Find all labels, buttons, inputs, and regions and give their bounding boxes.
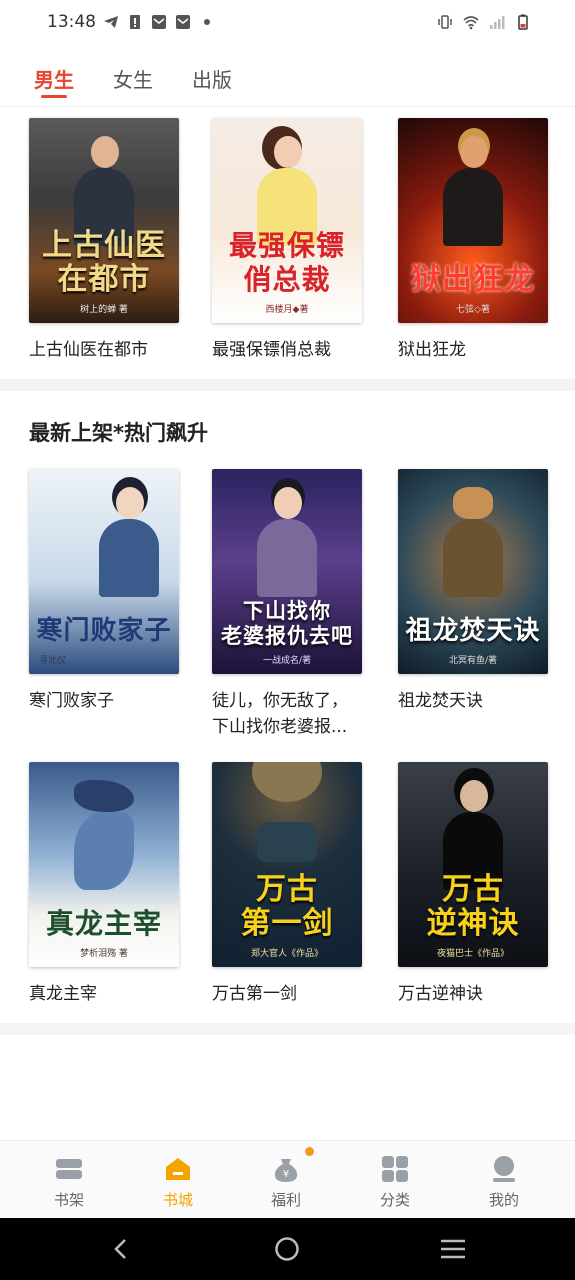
book-title[interactable]: 真龙主宰: [29, 981, 181, 1007]
recents-menu-icon[interactable]: [440, 1238, 466, 1260]
section-separator: [0, 379, 575, 391]
welfare-bag-icon: ¥: [274, 1159, 298, 1182]
category-grid-icon: [382, 1156, 408, 1182]
cover-title: 上古仙医 在都市: [42, 228, 166, 297]
nav-bookshelf[interactable]: 书架: [29, 1141, 109, 1219]
cover-title: 狱出狂龙: [411, 262, 535, 297]
bookshelf-icon: [56, 1159, 82, 1179]
book-title[interactable]: 上古仙医在都市: [29, 337, 181, 363]
book-title[interactable]: 万古第一剑: [212, 981, 364, 1007]
book-cover[interactable]: 最强保镖 俏总裁 西楼月◆著: [212, 118, 362, 323]
cover-author: 一战成名/著: [262, 656, 312, 666]
book-cover[interactable]: 真龙主宰 梦析泪殇 著: [29, 762, 179, 967]
more-dot-icon: [204, 19, 210, 25]
tab-publish[interactable]: 出版: [192, 64, 232, 93]
book-title[interactable]: 万古逆神诀: [398, 981, 550, 1007]
back-icon[interactable]: [110, 1238, 132, 1260]
nav-category[interactable]: 分类: [355, 1141, 435, 1219]
cover-author: 北冥有鱼/著: [448, 656, 498, 666]
cover-author: 七弦◇著: [456, 305, 490, 315]
notification-icons: [103, 14, 215, 30]
nav-label: 书架: [53, 1191, 84, 1209]
cover-author: 树上的蝉 著: [80, 305, 128, 315]
status-bar: 13:48: [0, 0, 575, 48]
notification-dot: [305, 1147, 314, 1156]
nav-label: 书城: [162, 1191, 193, 1209]
system-status-icons: [437, 14, 531, 30]
profile-icon: [493, 1156, 515, 1182]
book-card[interactable]: 万古 第一剑 郑大官人《作品》 万古第一剑: [212, 762, 364, 1007]
active-tab-indicator: [41, 95, 67, 98]
book-card[interactable]: 下山找你 老婆报仇去吧 一战成名/著 徒儿，你无敌了，下山找你老婆报...: [212, 469, 364, 740]
system-navigation-bar: [0, 1218, 575, 1280]
cover-title: 万古 逆神诀: [426, 872, 520, 941]
category-tabs: 男生 女生 出版: [0, 48, 575, 107]
cover-title: 下山找你 老婆报仇去吧: [221, 598, 353, 648]
cover-figure: [94, 487, 164, 597]
tab-female[interactable]: 女生: [113, 64, 153, 93]
cover-title: 寒门败家子: [36, 616, 172, 646]
book-card[interactable]: 祖龙焚天诀 北冥有鱼/著 祖龙焚天诀: [398, 469, 550, 714]
nav-label: 我的: [488, 1191, 519, 1209]
book-cover[interactable]: 万古 逆神诀 夜猫巴士《作品》: [398, 762, 548, 967]
book-card[interactable]: 真龙主宰 梦析泪殇 著 真龙主宰: [29, 762, 181, 1007]
battery-icon: [518, 14, 528, 30]
nav-profile[interactable]: 我的: [464, 1141, 544, 1219]
mail-icon-2: [176, 15, 190, 29]
book-title[interactable]: 最强保镖俏总裁: [212, 337, 364, 363]
book-cover[interactable]: 寒门败家子 寻北仪: [29, 469, 179, 674]
tab-male[interactable]: 男生: [34, 64, 74, 93]
book-title[interactable]: 狱出狂龙: [398, 337, 550, 363]
cover-figure: [69, 780, 139, 890]
cover-title: 最强保镖 俏总裁: [228, 229, 345, 296]
book-card[interactable]: 上古仙医 在都市 树上的蝉 著 上古仙医在都市: [29, 118, 181, 363]
nav-bookstore[interactable]: 书城: [138, 1141, 218, 1219]
mail-icon: [152, 15, 166, 29]
svg-text:¥: ¥: [283, 1169, 289, 1180]
book-title[interactable]: 徒儿，你无敌了，下山找你老婆报...: [212, 688, 364, 740]
status-time: 13:48: [47, 12, 96, 32]
wifi-icon: [463, 16, 479, 30]
signal-icon: [490, 16, 505, 29]
nav-label: 福利: [270, 1191, 301, 1209]
nav-welfare[interactable]: ¥ 福利: [246, 1141, 326, 1219]
home-icon[interactable]: [274, 1236, 300, 1262]
alert-icon: [130, 15, 140, 29]
book-card[interactable]: 寒门败家子 寻北仪 寒门败家子: [29, 469, 181, 714]
cover-figure: [438, 136, 508, 246]
cover-author: 郑大官人《作品》: [250, 949, 323, 959]
section-separator: [0, 1023, 575, 1035]
cover-author: 夜猫巴士《作品》: [436, 949, 509, 959]
section-title: 最新上架*热门飙升: [29, 421, 208, 445]
book-cover[interactable]: 万古 第一剑 郑大官人《作品》: [212, 762, 362, 967]
book-cover[interactable]: 狱出狂龙 七弦◇著: [398, 118, 548, 323]
book-title[interactable]: 寒门败家子: [29, 688, 181, 714]
nav-label: 分类: [379, 1191, 410, 1209]
book-card[interactable]: 狱出狂龙 七弦◇著 狱出狂龙: [398, 118, 550, 363]
book-card[interactable]: 最强保镖 俏总裁 西楼月◆著 最强保镖俏总裁: [212, 118, 364, 363]
bookstore-icon: [166, 1158, 190, 1180]
main-content: 上古仙医 在都市 树上的蝉 著 上古仙医在都市 最强保镖 俏总裁 西楼月◆著 最…: [0, 107, 575, 1140]
bottom-navigation: 书架 书城 ¥ 福利 分类 我的: [0, 1140, 575, 1219]
book-cover[interactable]: 上古仙医 在都市 树上的蝉 著: [29, 118, 179, 323]
cover-figure: [252, 762, 322, 872]
cover-title: 真龙主宰: [45, 907, 162, 940]
book-cover[interactable]: 祖龙焚天诀 北冥有鱼/著: [398, 469, 548, 674]
cover-figure: [252, 487, 322, 597]
cover-title: 万古 第一剑: [240, 872, 334, 941]
book-title[interactable]: 祖龙焚天诀: [398, 688, 550, 714]
cover-author: 西楼月◆著: [265, 305, 309, 315]
book-cover[interactable]: 下山找你 老婆报仇去吧 一战成名/著: [212, 469, 362, 674]
telegram-icon: [104, 16, 118, 28]
book-card[interactable]: 万古 逆神诀 夜猫巴士《作品》 万古逆神诀: [398, 762, 550, 1007]
cover-figure: [438, 487, 508, 597]
cover-author: 寻北仪: [39, 656, 67, 666]
cover-author: 梦析泪殇 著: [80, 949, 128, 959]
cover-title: 祖龙焚天诀: [405, 616, 541, 646]
vibrate-icon: [438, 15, 452, 29]
